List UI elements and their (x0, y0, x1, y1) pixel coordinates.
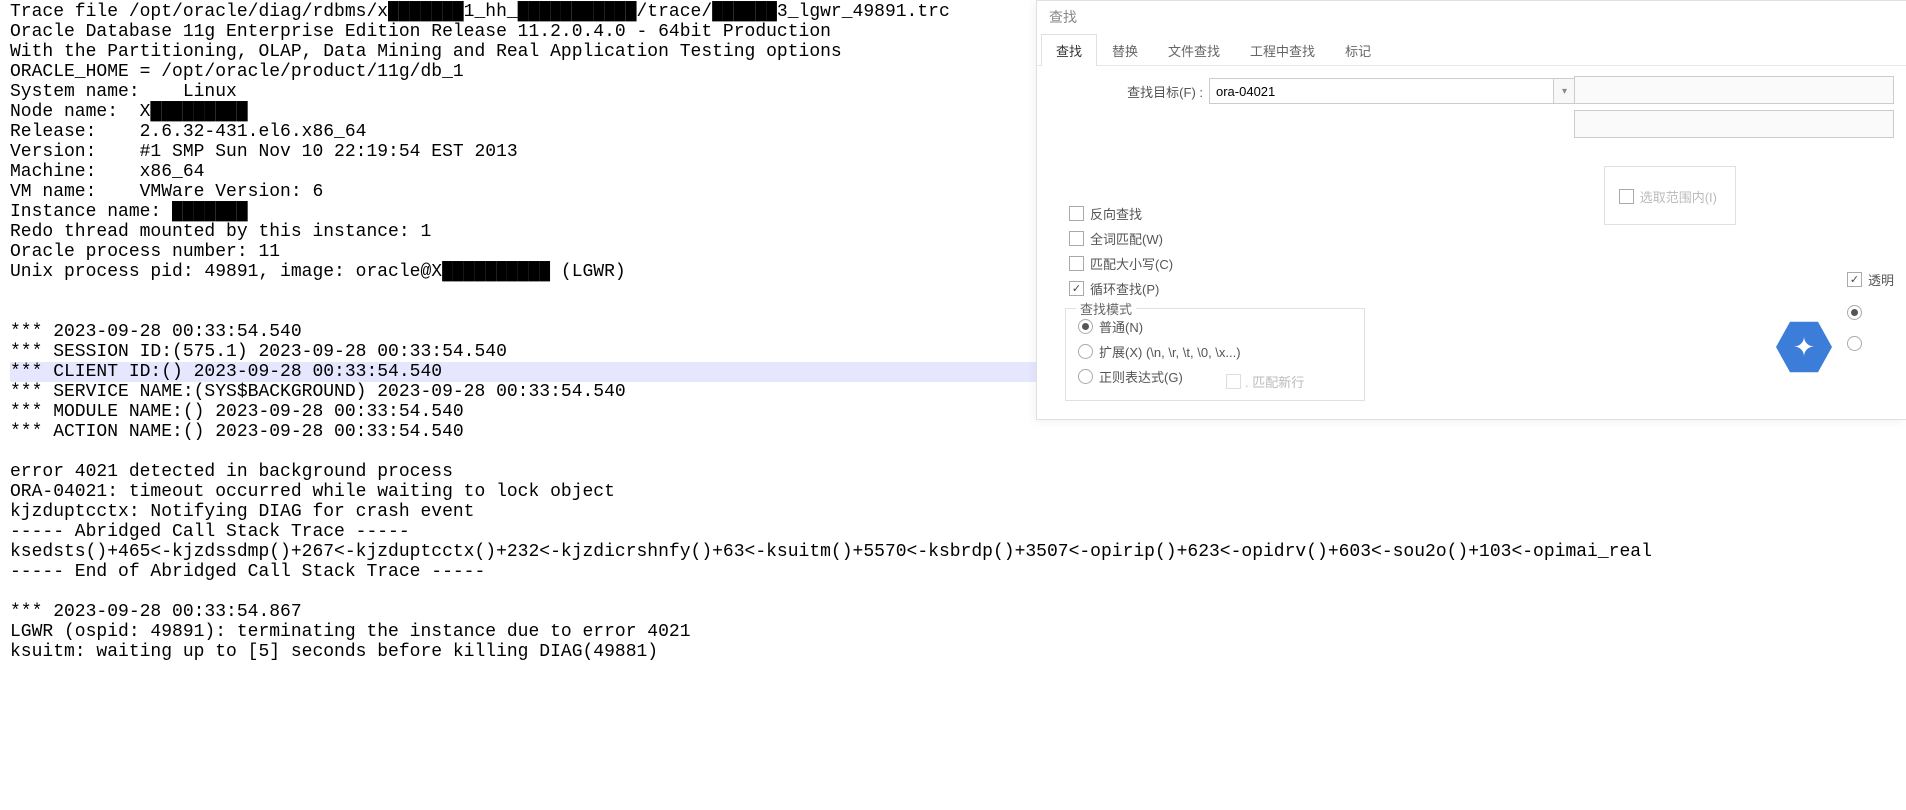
find-tabs: 查找替换文件查找工程中查找标记 (1037, 33, 1906, 66)
find-target-dropdown[interactable]: ▾ (1554, 78, 1576, 104)
find-action-2[interactable] (1574, 110, 1894, 138)
find-tab[interactable]: 文件查找 (1153, 34, 1235, 66)
find-body: 查找目标(F) : ▾ 选取范围内(I) 反向查找 全词匹配(W) (1037, 66, 1906, 419)
wrap-label: 循环查找(P) (1090, 279, 1159, 298)
trace-line[interactable] (10, 582, 1896, 602)
mode-extended-radio[interactable] (1078, 344, 1093, 359)
trace-line[interactable]: *** ACTION NAME:() 2023-09-28 00:33:54.5… (10, 422, 1896, 442)
trace-line[interactable]: ----- Abridged Call Stack Trace ----- (10, 522, 1896, 542)
find-tab[interactable]: 查找 (1041, 34, 1097, 66)
mode-normal-radio[interactable] (1078, 319, 1093, 334)
scope-checkbox[interactable] (1619, 189, 1634, 204)
find-target-input[interactable] (1209, 78, 1554, 104)
find-mode-title: 查找模式 (1076, 299, 1136, 318)
trace-line[interactable]: ----- End of Abridged Call Stack Trace -… (10, 562, 1896, 582)
newline-label: . 匹配新行 (1245, 372, 1304, 391)
reverse-label: 反向查找 (1090, 204, 1142, 223)
newline-checkbox[interactable] (1226, 374, 1241, 389)
reverse-checkbox[interactable] (1069, 206, 1084, 221)
find-action-1[interactable] (1574, 76, 1894, 104)
whole-word-label: 全词匹配(W) (1090, 229, 1163, 248)
mode-regex-radio[interactable] (1078, 369, 1093, 384)
wrap-checkbox[interactable]: ✓ (1069, 281, 1084, 296)
match-case-checkbox[interactable] (1069, 256, 1084, 271)
find-mode-box: 查找模式 普通(N) 扩展(X) (\n, \r, \t, \0, \x...)… (1065, 308, 1365, 401)
trace-line[interactable]: LGWR (ospid: 49891): terminating the ins… (10, 622, 1896, 642)
find-panel: 查找 查找替换文件查找工程中查找标记 查找目标(F) : ▾ 选取范围内(I) … (1036, 0, 1906, 420)
trace-line[interactable]: error 4021 detected in background proces… (10, 462, 1896, 482)
transparent-radio-2[interactable] (1847, 336, 1862, 351)
transparent-label: 透明 (1868, 270, 1894, 289)
transparent-checkbox[interactable]: ✓ (1847, 272, 1862, 287)
mode-extended-label: 扩展(X) (\n, \r, \t, \0, \x...) (1099, 342, 1241, 361)
find-tab[interactable]: 替换 (1097, 34, 1153, 66)
app-logo-icon: ✦ (1776, 319, 1836, 379)
find-options: 反向查找 全词匹配(W) 匹配大小写(C) ✓ 循环查找(P) (1069, 204, 1890, 298)
whole-word-checkbox[interactable] (1069, 231, 1084, 246)
trace-line[interactable]: ORA-04021: timeout occurred while waitin… (10, 482, 1896, 502)
trace-line[interactable]: *** 2023-09-28 00:33:54.867 (10, 602, 1896, 622)
trace-line[interactable]: ksuitm: waiting up to [5] seconds before… (10, 642, 1896, 662)
find-scope-box: 选取范围内(I) (1604, 166, 1736, 225)
transparency-group: ✓ 透明 (1847, 270, 1894, 357)
find-panel-title: 查找 (1037, 1, 1906, 33)
find-tab[interactable]: 工程中查找 (1235, 34, 1330, 66)
trace-line[interactable]: ksedsts()+465<-kjzdssdmp()+267<-kjzduptc… (10, 542, 1896, 562)
find-tab[interactable]: 标记 (1330, 34, 1386, 66)
mode-regex-label: 正则表达式(G) (1099, 367, 1183, 386)
mode-normal-label: 普通(N) (1099, 317, 1143, 336)
transparent-radio-1[interactable] (1847, 305, 1862, 320)
find-target-label: 查找目标(F) : (1053, 82, 1203, 101)
trace-line[interactable]: kjzduptcctx: Notifying DIAG for crash ev… (10, 502, 1896, 522)
scope-label: 选取范围内(I) (1640, 187, 1717, 206)
match-case-label: 匹配大小写(C) (1090, 254, 1173, 273)
trace-line[interactable] (10, 442, 1896, 462)
